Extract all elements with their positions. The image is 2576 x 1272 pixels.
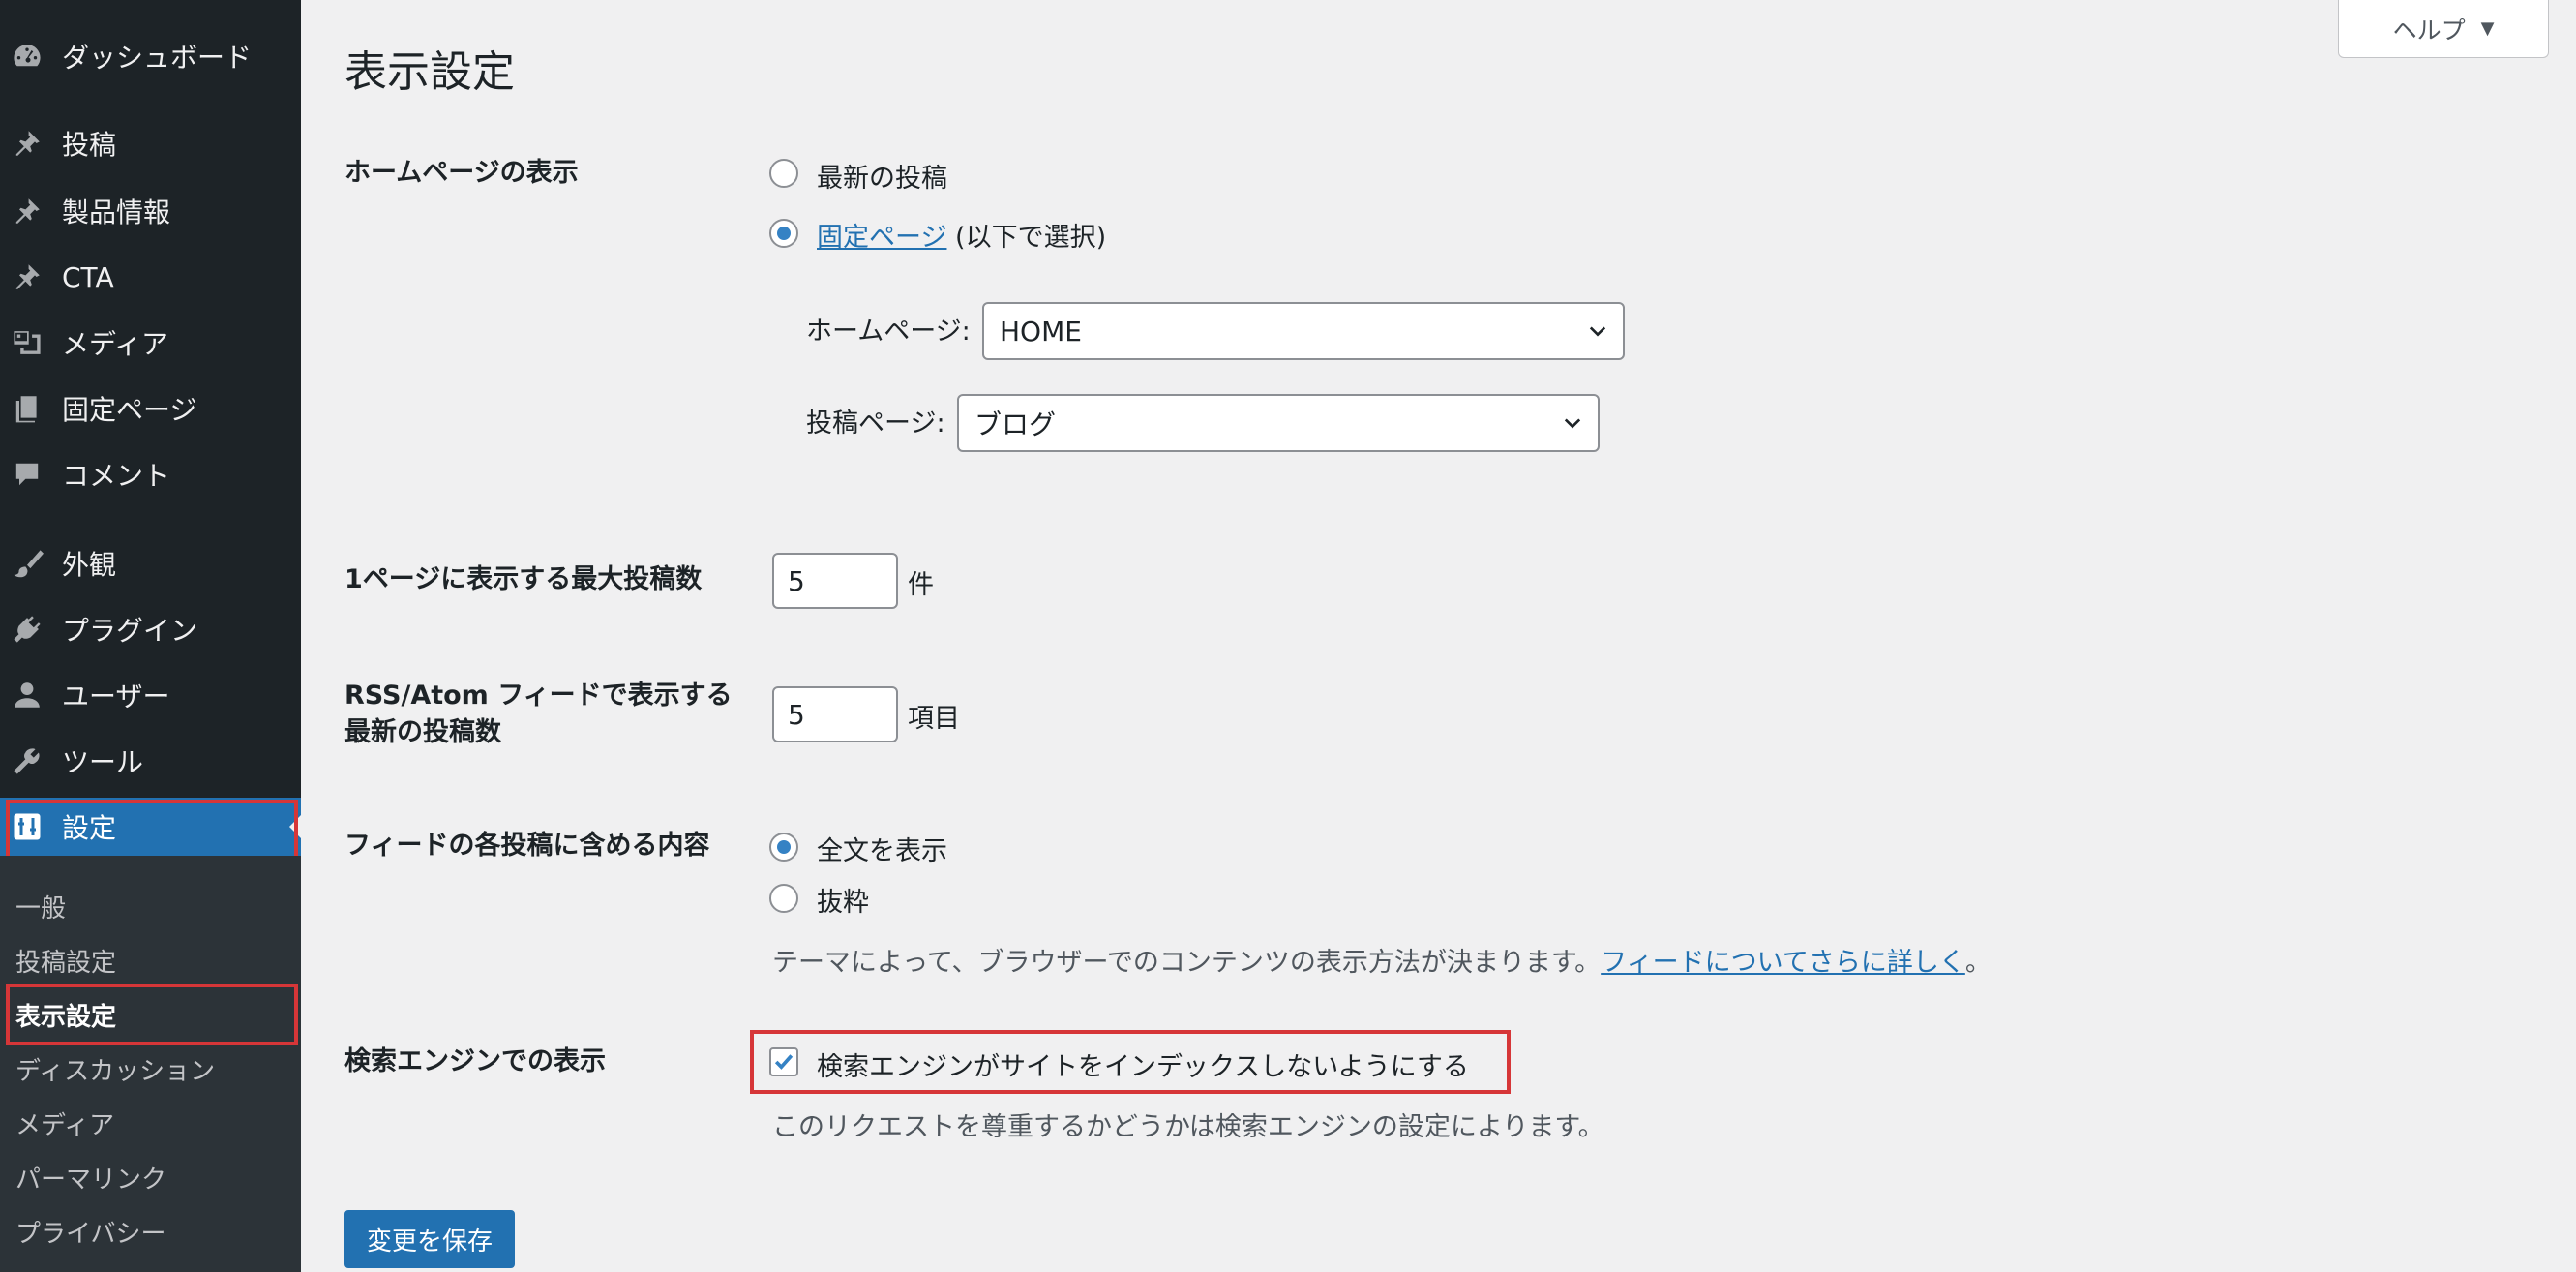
submenu-permalinks[interactable]: パーマリンク [15, 1160, 166, 1196]
radio-static-page[interactable] [769, 219, 798, 248]
homepage-select[interactable]: HOME [982, 302, 1625, 360]
rss-count-value: 5 [788, 698, 805, 731]
submenu-privacy[interactable]: プライバシー [15, 1214, 165, 1250]
radio-static-page-label: 固定ページ (以下で選択) [817, 216, 1106, 254]
discourage-search-label: 検索エンジンがサイトをインデックスしないようにする [817, 1052, 1469, 1082]
menu-posts[interactable]: 投稿 [0, 114, 301, 172]
postspage-select[interactable]: ブログ [957, 394, 1600, 452]
homepage-select-label: ホームページ: [806, 317, 971, 347]
comment-icon [10, 457, 45, 492]
menu-label: ダッシュボード [62, 42, 253, 74]
radio-full-text[interactable] [769, 833, 798, 862]
feed-learn-more-link[interactable]: フィードについてさらに詳しく [1601, 948, 1965, 978]
menu-label: コメント [62, 460, 171, 492]
menu-label: 製品情報 [62, 197, 171, 228]
help-label: ヘルプ [2392, 15, 2466, 45]
posts-per-page-input[interactable]: 5 [772, 553, 898, 609]
chevron-down-icon [1564, 418, 1581, 429]
submenu-media[interactable]: メディア [15, 1105, 114, 1141]
radio-excerpt[interactable] [769, 884, 798, 913]
menu-pages[interactable]: 固定ページ [0, 379, 301, 438]
feed-content-label: フィードの各投稿に含める内容 [344, 831, 710, 861]
menu-label: 固定ページ [62, 394, 197, 426]
menu-label: ツール [62, 746, 144, 778]
chevron-down-icon: ▼ [2480, 18, 2495, 39]
search-visibility-description: このリクエストを尊重するかどうかは検索エンジンの設定によります。 [772, 1112, 1604, 1142]
static-page-suffix: (以下で選択) [946, 223, 1107, 253]
rss-count-unit: 項目 [908, 704, 960, 734]
admin-sidebar: ダッシュボード 投稿 製品情報 CTA メディア 固定ページ コメント 外観 プ… [0, 0, 301, 1272]
highlight-settings [6, 800, 298, 863]
pin-icon [10, 126, 45, 161]
wrench-icon [10, 743, 45, 778]
checkmark-icon [774, 1054, 794, 1070]
radio-latest-posts-label: 最新の投稿 [817, 164, 947, 194]
user-icon [10, 678, 45, 712]
menu-label: プラグイン [62, 615, 198, 647]
brush-icon [10, 546, 45, 581]
postspage-select-value: ブログ [974, 409, 1057, 440]
menu-label: 投稿 [62, 129, 117, 161]
help-tab[interactable]: ヘルプ ▼ [2338, 0, 2549, 58]
homepage-select-value: HOME [1000, 315, 1082, 348]
main-content: ヘルプ ▼ 表示設定 ホームページの表示 最新の投稿 固定ページ (以下で選択)… [301, 0, 2576, 1272]
menu-products[interactable]: 製品情報 [0, 182, 301, 240]
submenu-discussion[interactable]: ディスカッション [15, 1051, 215, 1087]
menu-label: 外観 [62, 549, 117, 581]
posts-per-page-unit: 件 [908, 570, 934, 600]
radio-latest-posts[interactable] [769, 159, 798, 188]
menu-appearance[interactable]: 外観 [0, 534, 301, 592]
radio-excerpt-label: 抜粋 [817, 888, 869, 918]
posts-per-page-label: 1ページに表示する最大投稿数 [344, 564, 703, 594]
menu-dashboard[interactable]: ダッシュボード [0, 27, 301, 85]
save-button[interactable]: 変更を保存 [344, 1210, 515, 1268]
feed-description-end: 。 [1964, 948, 1992, 978]
search-visibility-label: 検索エンジンでの表示 [344, 1046, 606, 1076]
submenu-writing[interactable]: 投稿設定 [15, 943, 116, 979]
highlight-reading [6, 984, 298, 1045]
menu-label: CTA [62, 260, 114, 293]
plugin-icon [10, 612, 45, 647]
pin-icon [10, 259, 45, 294]
menu-media[interactable]: メディア [0, 314, 301, 372]
static-page-link[interactable]: 固定ページ [817, 223, 946, 253]
page-title: 表示設定 [344, 47, 515, 97]
radio-full-text-label: 全文を表示 [817, 836, 947, 866]
settings-submenu: 一般 投稿設定 表示設定 ディスカッション メディア パーマリンク プライバシー [0, 856, 301, 1272]
feed-description-text: テーマによって、ブラウザーでのコンテンツの表示方法が決まります。 [772, 948, 1602, 978]
dashboard-icon [10, 39, 45, 74]
rss-count-input[interactable]: 5 [772, 686, 898, 742]
pin-icon [10, 194, 45, 228]
chevron-down-icon [1589, 326, 1606, 337]
menu-plugins[interactable]: プラグイン [0, 600, 301, 658]
rss-count-label: RSS/Atom フィードで表示する 最新の投稿数 [344, 678, 733, 751]
posts-per-page-value: 5 [788, 564, 805, 597]
menu-cta[interactable]: CTA [0, 248, 301, 306]
menu-label: ユーザー [62, 681, 170, 712]
submenu-general[interactable]: 一般 [15, 889, 66, 924]
feed-description: テーマによって、ブラウザーでのコンテンツの表示方法が決まります。フィードについて… [772, 941, 1992, 979]
menu-tools[interactable]: ツール [0, 732, 301, 790]
rss-count-label-line2: 最新の投稿数 [344, 717, 501, 747]
homepage-display-label: ホームページの表示 [344, 158, 579, 188]
media-icon [10, 325, 45, 360]
pages-icon [10, 391, 45, 426]
menu-comments[interactable]: コメント [0, 445, 301, 503]
discourage-search-checkbox[interactable] [769, 1047, 798, 1076]
menu-users[interactable]: ユーザー [0, 666, 301, 724]
menu-label: メディア [62, 328, 169, 360]
postspage-select-label: 投稿ページ: [806, 409, 945, 439]
rss-count-label-line1: RSS/Atom フィードで表示する [344, 681, 733, 711]
